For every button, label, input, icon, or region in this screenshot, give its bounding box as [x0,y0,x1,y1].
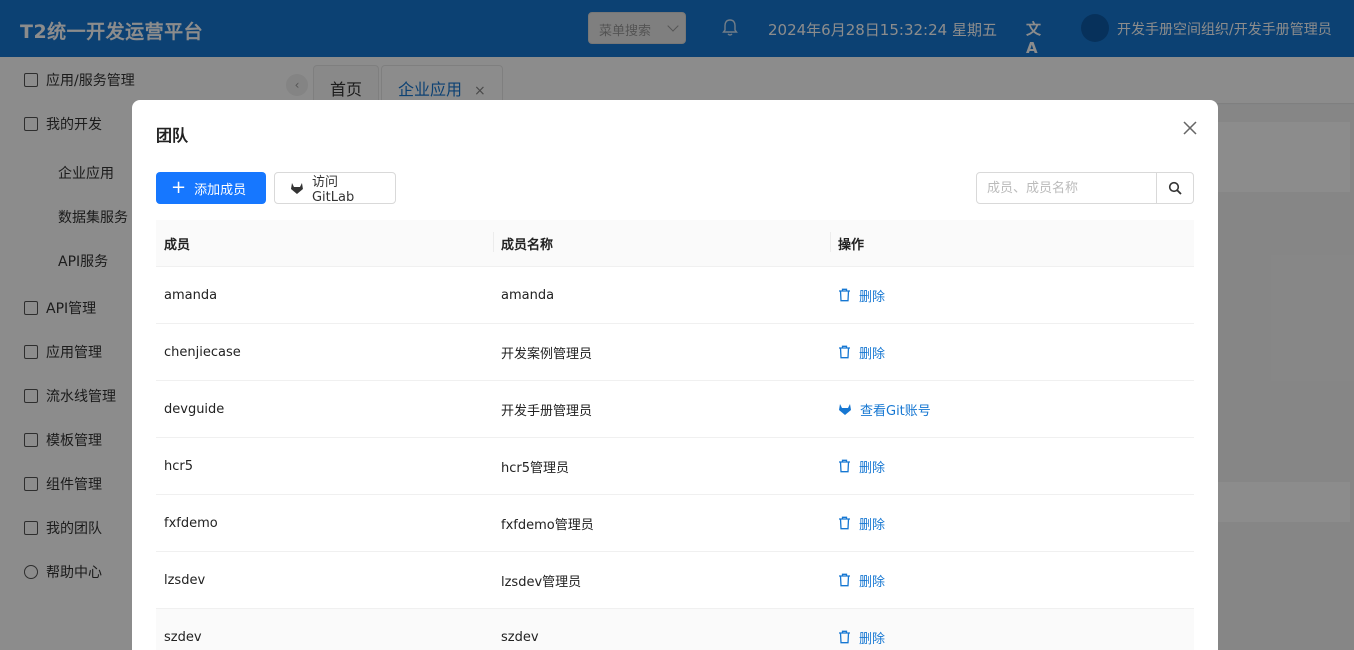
delete-button[interactable]: 删除 [838,343,1194,362]
action-cell: 删除 [830,457,1194,476]
trash-icon [839,345,850,359]
action-label: 删除 [859,289,886,305]
add-member-label: 添加成员 [194,182,247,198]
gitlab-icon [839,404,851,415]
table-row: lzsdev lzsdev管理员 删除 [156,552,1194,609]
action-label: 删除 [859,460,886,476]
member-cell: lzsdev [164,572,206,588]
delete-button[interactable]: 删除 [838,571,1194,590]
trash-icon [839,288,850,302]
trash-icon [839,516,850,530]
delete-button[interactable]: 删除 [838,457,1194,476]
delete-button[interactable]: 删除 [838,628,1194,647]
member-name-cell: fxfdemo管理员 [501,517,594,533]
action-label: 删除 [859,517,886,533]
gitlab-icon [290,183,303,194]
member-name-cell: 开发案例管理员 [501,346,593,362]
close-icon[interactable] [1182,120,1198,136]
member-search [976,172,1194,204]
member-cell: devguide [164,401,225,417]
table-row: fxfdemo fxfdemo管理员 删除 [156,495,1194,552]
action-cell: 删除 [830,286,1194,305]
column-header-name: 成员名称 [493,231,830,253]
member-name-cell: 开发手册管理员 [501,403,593,419]
add-member-button[interactable]: + 添加成员 [156,172,266,204]
table-row: hcr5 hcr5管理员 删除 [156,438,1194,495]
trash-icon [839,630,850,644]
action-label: 查看Git账号 [860,403,931,419]
action-label: 删除 [859,574,886,590]
action-cell: 删除 [830,514,1194,533]
table-header: 成员 成员名称 操作 [156,220,1194,267]
table-row: amanda amanda 删除 [156,267,1194,324]
member-search-input[interactable] [977,173,1157,203]
action-cell: 删除 [830,571,1194,590]
table-row: chenjiecase 开发案例管理员 删除 [156,324,1194,381]
member-cell: chenjiecase [164,344,241,360]
table-row: szdev szdev 删除 [156,609,1194,650]
delete-button[interactable]: 删除 [838,286,1194,305]
member-cell: amanda [164,287,218,303]
member-cell: hcr5 [164,458,194,474]
member-name-cell: szdev [501,629,539,645]
member-cell: fxfdemo [164,515,218,531]
action-cell: 查看Git账号 [830,400,1194,419]
member-name-cell: hcr5管理员 [501,460,570,476]
column-header-member: 成员 [164,237,191,253]
table-row: devguide 开发手册管理员 查看Git账号 [156,381,1194,438]
modal-title: 团队 [156,126,189,145]
column-header-action: 操作 [830,231,1194,253]
delete-button[interactable]: 删除 [838,514,1194,533]
action-cell: 删除 [830,343,1194,362]
table-body: amanda amanda 删除 chenjiecase 开发案例管理员 删除 devgui… [156,267,1194,650]
visit-gitlab-label: 访问GitLab [311,175,355,205]
plus-icon: + [171,177,187,198]
search-icon [1168,181,1182,195]
trash-icon [839,459,850,473]
member-cell: szdev [164,629,202,645]
visit-gitlab-button[interactable]: 访问GitLab [274,172,396,205]
action-label: 删除 [859,631,886,647]
trash-icon [839,573,850,587]
view-git-account-link[interactable]: 查看Git账号 [838,400,1194,419]
search-button[interactable] [1157,173,1193,203]
member-table: 成员 成员名称 操作 amanda amanda 删除 chenjiecase 开发案例… [156,220,1194,650]
team-modal: 团队 + 添加成员 访问GitLab 成员 成员名称 操作 amandaaman… [132,100,1218,650]
member-name-cell: lzsdev管理员 [501,574,582,590]
action-label: 删除 [859,346,886,362]
action-cell: 删除 [830,628,1194,647]
member-name-cell: amanda [501,287,555,303]
